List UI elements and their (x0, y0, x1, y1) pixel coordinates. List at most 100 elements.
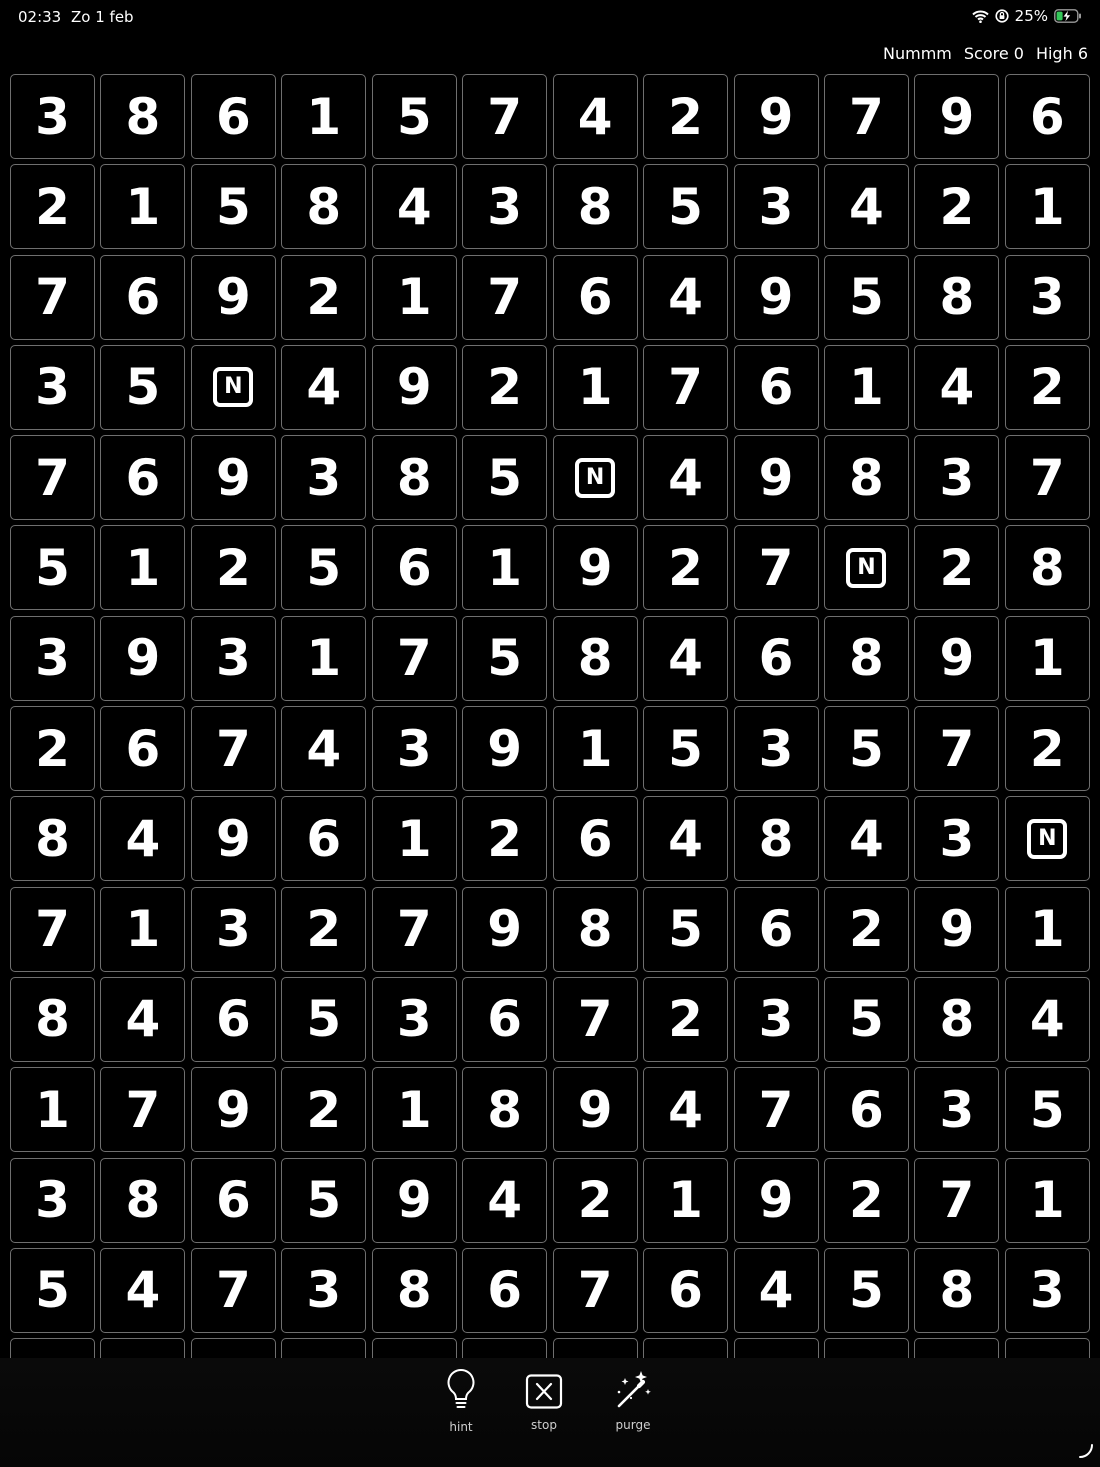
number-tile[interactable]: 8 (1004, 525, 1090, 611)
number-tile[interactable]: 3 (371, 976, 457, 1062)
number-tile[interactable]: 9 (914, 886, 1000, 972)
number-tile[interactable]: 4 (643, 615, 729, 701)
number-tile[interactable]: 2 (643, 74, 729, 159)
number-tile[interactable]: 2 (643, 976, 729, 1062)
number-tile[interactable]: 1 (100, 164, 186, 250)
number-tile[interactable]: 3 (10, 344, 95, 430)
number-tile[interactable]: 5 (823, 1247, 909, 1333)
number-tile[interactable]: 6 (1004, 74, 1090, 159)
number-tile[interactable]: 2 (1004, 344, 1090, 430)
number-tile[interactable]: 2 (1004, 706, 1090, 792)
number-tile[interactable]: 9 (371, 344, 457, 430)
number-tile[interactable]: 7 (462, 74, 548, 159)
number-tile[interactable] (552, 1338, 638, 1358)
number-tile[interactable]: 9 (914, 74, 1000, 159)
number-tile[interactable]: 4 (281, 706, 367, 792)
number-tile[interactable]: 4 (371, 164, 457, 250)
number-tile[interactable]: 8 (733, 796, 819, 882)
stop-button[interactable]: stop (522, 1374, 566, 1432)
number-tile[interactable]: 7 (733, 1067, 819, 1153)
number-tile[interactable] (462, 1338, 548, 1358)
number-tile[interactable]: 3 (281, 1247, 367, 1333)
number-tile[interactable]: 9 (733, 254, 819, 340)
number-tile[interactable]: 1 (281, 615, 367, 701)
number-tile[interactable] (914, 1338, 1000, 1358)
number-tile[interactable]: 5 (281, 525, 367, 611)
number-tile[interactable]: 1 (100, 886, 186, 972)
number-tile[interactable]: 8 (10, 976, 95, 1062)
number-tile[interactable]: 9 (733, 74, 819, 159)
number-tile[interactable]: 3 (462, 164, 548, 250)
number-tile[interactable]: 8 (281, 164, 367, 250)
number-tile[interactable]: 1 (100, 525, 186, 611)
number-tile[interactable]: 5 (462, 615, 548, 701)
number-tile[interactable]: 5 (190, 164, 276, 250)
number-tile[interactable]: 1 (371, 1067, 457, 1153)
number-tile[interactable]: 9 (462, 886, 548, 972)
number-tile[interactable] (643, 1338, 729, 1358)
number-tile[interactable]: 9 (100, 615, 186, 701)
number-tile[interactable]: 2 (914, 525, 1000, 611)
number-tile[interactable]: 4 (281, 344, 367, 430)
number-tile[interactable]: 5 (823, 706, 909, 792)
number-tile[interactable] (10, 1338, 95, 1358)
number-tile[interactable]: 8 (914, 976, 1000, 1062)
number-tile[interactable]: 4 (643, 1067, 729, 1153)
number-tile[interactable] (281, 1338, 367, 1358)
number-tile[interactable]: 3 (190, 886, 276, 972)
number-tile[interactable]: 5 (371, 74, 457, 159)
number-tile[interactable]: 8 (823, 435, 909, 521)
number-tile[interactable]: 1 (1004, 1157, 1090, 1243)
number-tile[interactable]: 6 (552, 796, 638, 882)
number-tile[interactable]: 3 (10, 1157, 95, 1243)
number-tile[interactable]: 4 (100, 976, 186, 1062)
number-tile[interactable]: 2 (190, 525, 276, 611)
number-tile[interactable]: 4 (733, 1247, 819, 1333)
number-tile[interactable]: 3 (914, 796, 1000, 882)
number-tile[interactable]: 5 (643, 706, 729, 792)
number-tile[interactable]: 2 (10, 706, 95, 792)
number-tile[interactable]: 1 (281, 74, 367, 159)
number-tile[interactable]: 7 (462, 254, 548, 340)
number-tile[interactable]: 6 (733, 344, 819, 430)
number-tile[interactable]: 7 (552, 1247, 638, 1333)
number-tile[interactable]: 6 (371, 525, 457, 611)
number-tile[interactable]: 9 (462, 706, 548, 792)
number-tile[interactable]: 1 (1004, 615, 1090, 701)
number-tile[interactable]: 1 (371, 254, 457, 340)
number-tile[interactable]: 3 (733, 706, 819, 792)
number-tile[interactable]: 6 (100, 706, 186, 792)
number-tile[interactable]: 4 (823, 164, 909, 250)
number-tile[interactable]: 1 (1004, 886, 1090, 972)
number-tile[interactable]: 1 (1004, 164, 1090, 250)
number-tile[interactable]: 7 (371, 886, 457, 972)
number-tile[interactable]: 6 (823, 1067, 909, 1153)
number-tile[interactable]: 9 (914, 615, 1000, 701)
hint-button[interactable]: hint (441, 1368, 481, 1434)
number-tile[interactable]: 9 (552, 525, 638, 611)
number-tile[interactable]: 2 (10, 164, 95, 250)
number-tile[interactable]: 7 (100, 1067, 186, 1153)
number-tile[interactable]: 9 (190, 796, 276, 882)
special-n-tile[interactable]: N (552, 435, 638, 521)
number-tile[interactable]: 2 (281, 1067, 367, 1153)
number-tile[interactable]: 7 (914, 706, 1000, 792)
number-tile[interactable]: 6 (190, 74, 276, 159)
number-tile[interactable]: 8 (914, 254, 1000, 340)
number-tile[interactable]: 2 (823, 1157, 909, 1243)
number-tile[interactable]: 7 (10, 435, 95, 521)
number-tile[interactable]: 9 (190, 435, 276, 521)
number-tile[interactable]: 2 (552, 1157, 638, 1243)
number-tile[interactable]: 3 (733, 976, 819, 1062)
number-tile[interactable]: 8 (10, 796, 95, 882)
number-tile[interactable]: 2 (281, 254, 367, 340)
number-tile[interactable]: 8 (552, 615, 638, 701)
number-tile[interactable] (1004, 1338, 1090, 1358)
special-n-tile[interactable]: N (823, 525, 909, 611)
number-tile[interactable]: 6 (733, 615, 819, 701)
number-tile[interactable]: 4 (100, 796, 186, 882)
number-tile[interactable]: 3 (281, 435, 367, 521)
number-tile[interactable]: 7 (190, 1247, 276, 1333)
number-tile[interactable]: 4 (823, 796, 909, 882)
number-tile[interactable]: 6 (100, 435, 186, 521)
